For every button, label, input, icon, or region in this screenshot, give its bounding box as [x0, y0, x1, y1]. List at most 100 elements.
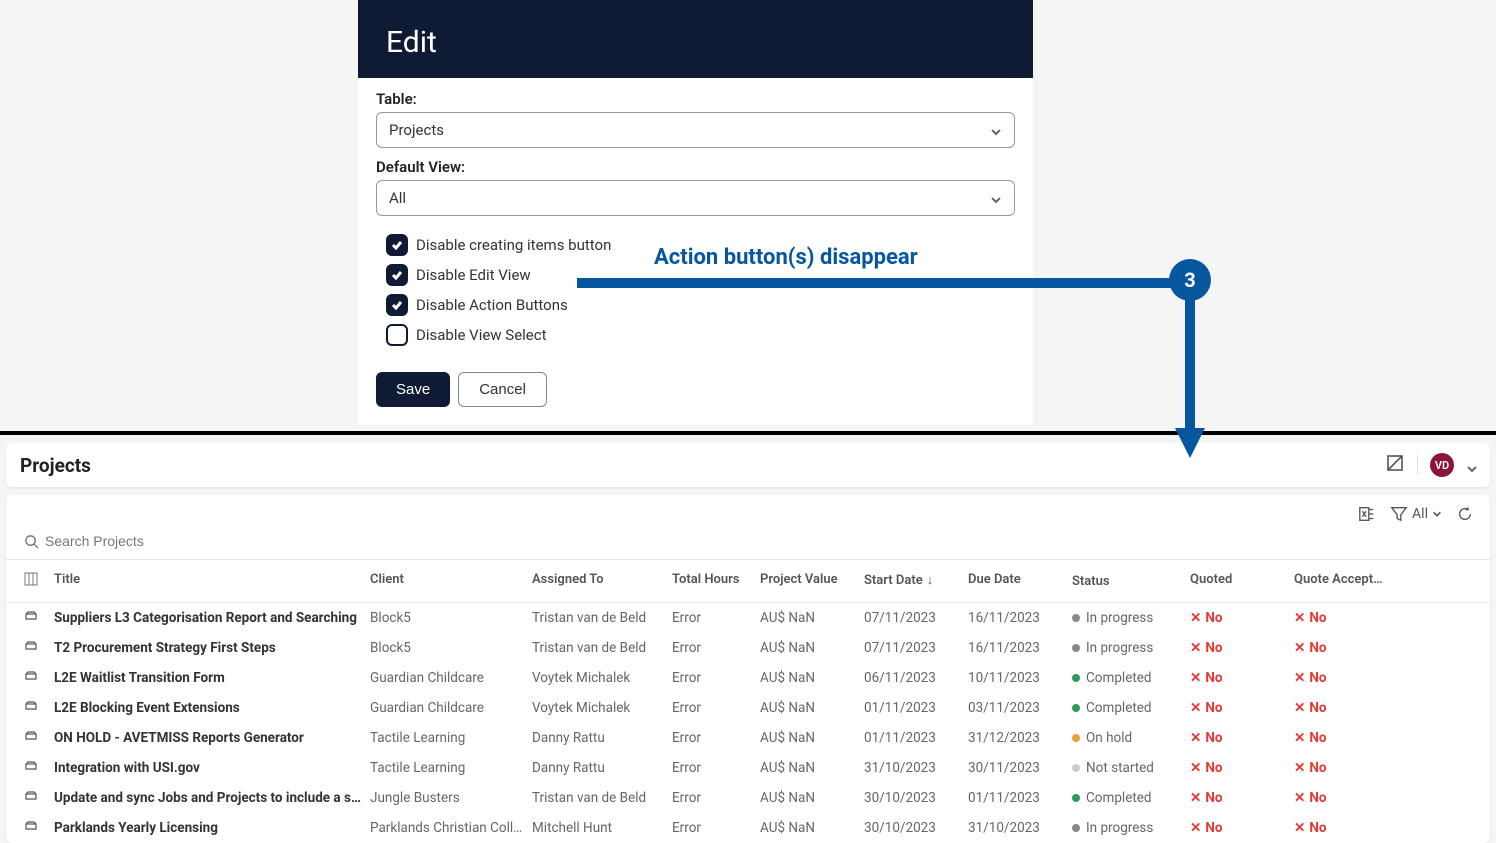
- cell-client: Block5: [370, 640, 532, 656]
- cell-start: 01/11/2023: [864, 730, 968, 746]
- x-icon: ✕: [1190, 640, 1201, 656]
- checkbox-label: Disable Action Buttons: [416, 296, 568, 314]
- x-icon: ✕: [1294, 670, 1305, 686]
- checkbox-disable-view-select[interactable]: [386, 324, 408, 346]
- column-header-title[interactable]: Title: [54, 572, 370, 590]
- x-icon: ✕: [1294, 700, 1305, 716]
- column-header-value[interactable]: Project Value: [760, 572, 864, 590]
- table-row[interactable]: Integration with USI.govTactile Learning…: [6, 753, 1490, 783]
- cell-value: AU$ NaN: [760, 820, 864, 836]
- cancel-button[interactable]: Cancel: [458, 372, 547, 407]
- checkbox-disable-edit-view[interactable]: [386, 264, 408, 286]
- column-header-hours[interactable]: Total Hours: [672, 572, 760, 590]
- cell-status: In progress: [1072, 820, 1190, 836]
- table-row[interactable]: Update and sync Jobs and Projects to inc…: [6, 783, 1490, 813]
- x-icon: ✕: [1294, 820, 1305, 836]
- cell-accept: ✕ No: [1294, 820, 1384, 836]
- default-view-select[interactable]: All: [376, 180, 1015, 216]
- x-icon: ✕: [1294, 790, 1305, 806]
- cell-assigned: Voytek Michalek: [532, 700, 672, 716]
- refresh-icon[interactable]: [1456, 505, 1474, 523]
- cell-hours: Error: [672, 760, 760, 776]
- cell-due: 16/11/2023: [968, 640, 1072, 656]
- page-wrap: Projects VD All Title Client: [0, 435, 1496, 843]
- cell-hours: Error: [672, 670, 760, 686]
- x-icon: ✕: [1294, 640, 1305, 656]
- table-body: Suppliers L3 Categorisation Report and S…: [6, 603, 1490, 843]
- column-header-assigned[interactable]: Assigned To: [532, 572, 672, 590]
- cell-accept: ✕ No: [1294, 640, 1384, 656]
- row-icon: [24, 699, 54, 717]
- table-row[interactable]: L2E Blocking Event ExtensionsGuardian Ch…: [6, 693, 1490, 723]
- cell-status: Completed: [1072, 700, 1190, 716]
- cell-client: Guardian Childcare: [370, 670, 532, 686]
- callout-badge: 3: [1169, 259, 1211, 301]
- export-excel-icon[interactable]: [1358, 505, 1376, 523]
- cell-value: AU$ NaN: [760, 670, 864, 686]
- x-icon: ✕: [1294, 610, 1305, 626]
- cell-start: 31/10/2023: [864, 760, 968, 776]
- column-header-status[interactable]: Status: [1072, 572, 1190, 590]
- cell-start: 30/10/2023: [864, 820, 968, 836]
- search-row: [6, 529, 1490, 559]
- cell-start: 01/11/2023: [864, 700, 968, 716]
- cell-status: Not started: [1072, 760, 1190, 776]
- cell-title: Update and sync Jobs and Projects to inc…: [54, 790, 370, 806]
- column-header-icon[interactable]: [24, 572, 54, 590]
- column-header-start[interactable]: Start Date↓: [864, 572, 968, 590]
- table-select-value: Projects: [389, 121, 444, 139]
- x-icon: ✕: [1190, 790, 1201, 806]
- table-header: Title Client Assigned To Total Hours Pro…: [6, 560, 1490, 603]
- status-dot-icon: [1072, 764, 1080, 772]
- cell-client: Jungle Busters: [370, 790, 532, 806]
- status-dot-icon: [1072, 794, 1080, 802]
- status-dot-icon: [1072, 824, 1080, 832]
- callout-line: [577, 278, 1147, 288]
- table-row[interactable]: Parklands Yearly LicensingParklands Chri…: [6, 813, 1490, 843]
- status-dot-icon: [1072, 734, 1080, 742]
- filter-button[interactable]: All: [1390, 505, 1442, 523]
- content-panel: All Title Client Assigned To Total Hours…: [6, 495, 1490, 843]
- separator: [1417, 455, 1418, 475]
- toolbar: All: [6, 503, 1490, 529]
- cell-accept: ✕ No: [1294, 670, 1384, 686]
- row-icon: [24, 759, 54, 777]
- table-select[interactable]: Projects: [376, 112, 1015, 148]
- cell-status: Completed: [1072, 670, 1190, 686]
- cell-status: On hold: [1072, 730, 1190, 746]
- cell-value: AU$ NaN: [760, 700, 864, 716]
- column-header-due[interactable]: Due Date: [968, 572, 1072, 590]
- cell-hours: Error: [672, 790, 760, 806]
- search-input[interactable]: [45, 533, 345, 549]
- sort-desc-icon: ↓: [927, 572, 934, 588]
- avatar[interactable]: VD: [1430, 453, 1454, 477]
- column-header-quoted[interactable]: Quoted: [1190, 572, 1294, 590]
- table-row[interactable]: L2E Waitlist Transition FormGuardian Chi…: [6, 663, 1490, 693]
- checkbox-disable-creating[interactable]: [386, 234, 408, 256]
- table-row[interactable]: Suppliers L3 Categorisation Report and S…: [6, 603, 1490, 633]
- cell-start: 06/11/2023: [864, 670, 968, 686]
- cell-assigned: Mitchell Hunt: [532, 820, 672, 836]
- cell-assigned: Tristan van de Beld: [532, 640, 672, 656]
- cell-title: L2E Waitlist Transition Form: [54, 670, 370, 686]
- app-icon[interactable]: [1385, 453, 1405, 477]
- table-row[interactable]: ON HOLD - AVETMISS Reports GeneratorTact…: [6, 723, 1490, 753]
- column-header-client[interactable]: Client: [370, 572, 532, 590]
- table-row[interactable]: T2 Procurement Strategy First StepsBlock…: [6, 633, 1490, 663]
- edit-panel-title: Edit: [386, 25, 1005, 60]
- cell-value: AU$ NaN: [760, 790, 864, 806]
- cell-title: ON HOLD - AVETMISS Reports Generator: [54, 730, 370, 746]
- cell-client: Tactile Learning: [370, 730, 532, 746]
- save-button[interactable]: Save: [376, 372, 450, 407]
- cell-quoted: ✕ No: [1190, 820, 1294, 836]
- checkbox-disable-action-buttons[interactable]: [386, 294, 408, 316]
- edit-panel-header: Edit: [358, 0, 1033, 78]
- cell-accept: ✕ No: [1294, 790, 1384, 806]
- cell-accept: ✕ No: [1294, 700, 1384, 716]
- x-icon: ✕: [1190, 670, 1201, 686]
- checkbox-label: Disable Edit View: [416, 266, 531, 284]
- column-header-accept[interactable]: Quote Accept…: [1294, 572, 1384, 590]
- chevron-down-icon[interactable]: [1466, 460, 1476, 470]
- cell-value: AU$ NaN: [760, 730, 864, 746]
- cell-value: AU$ NaN: [760, 760, 864, 776]
